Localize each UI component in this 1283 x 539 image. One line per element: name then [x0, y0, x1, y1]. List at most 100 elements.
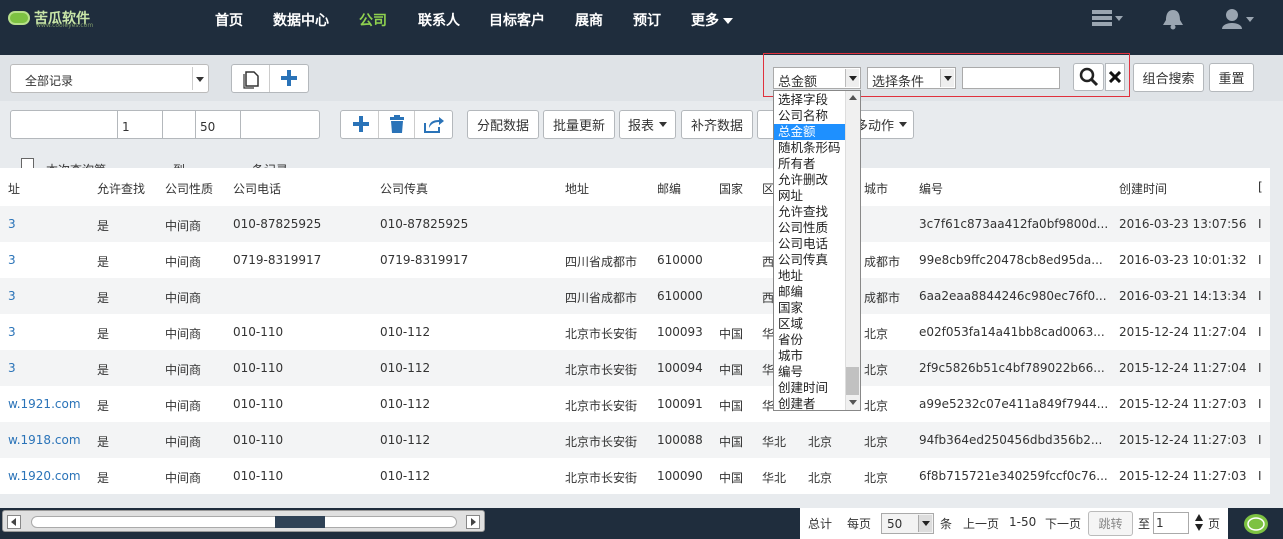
- table-cell: 010-112: [380, 397, 431, 411]
- dropdown-option[interactable]: 公司电话: [774, 236, 846, 252]
- table-row[interactable]: 3 是 中间商 010-87825925 010-87825925 3c7f61c873a…: [0, 206, 1270, 242]
- jump-button[interactable]: 跳转: [1088, 511, 1133, 536]
- table-row[interactable]: 3 是中间商 四川省成都市 610000 西成都市 6aa2eaa8844246c980e…: [0, 278, 1270, 314]
- dropdown-option[interactable]: 所有者: [774, 156, 846, 172]
- next-page-link[interactable]: 下一页: [1045, 515, 1081, 532]
- table-cell: 是: [97, 435, 110, 449]
- nav-company[interactable]: 公司: [359, 10, 387, 30]
- batch-update-button[interactable]: 批量更新: [543, 110, 615, 139]
- prev-page-link[interactable]: 上一页: [963, 515, 999, 532]
- page-number-input[interactable]: 1: [1153, 512, 1189, 534]
- col-header[interactable]: 允许查找: [97, 180, 145, 197]
- table-cell: 是: [97, 471, 110, 485]
- from-input[interactable]: 1: [117, 110, 163, 139]
- trash-icon[interactable]: [379, 111, 415, 138]
- dropdown-option[interactable]: 创建者: [774, 396, 846, 410]
- dropdown-option[interactable]: 公司传真: [774, 252, 846, 268]
- dropdown-option[interactable]: 地址: [774, 268, 846, 284]
- col-header[interactable]: 编号: [919, 180, 943, 197]
- record-filter-select[interactable]: 全部记录: [10, 64, 209, 93]
- nav-target-customers[interactable]: 目标客户: [489, 10, 545, 30]
- scroll-down-icon[interactable]: [849, 400, 857, 405]
- col-header[interactable]: 址: [8, 180, 20, 197]
- to-input[interactable]: 50: [195, 110, 241, 139]
- scroll-left-icon[interactable]: [7, 515, 21, 529]
- table-row[interactable]: w.1918.com 是 中间商 010-110 010-112 北京市长安街 100088…: [0, 422, 1270, 458]
- table-cell[interactable]: 3: [8, 325, 16, 339]
- table-cell[interactable]: w.1921.com: [8, 397, 81, 411]
- combo-search-button[interactable]: 组合搜索: [1133, 63, 1204, 92]
- nav-contacts[interactable]: 联系人: [418, 10, 460, 30]
- per-page-unit: 条: [940, 517, 953, 531]
- table-row[interactable]: 3 是中间商 010-110 010-112 北京市长安街 100094 中国华北京 2f9c…: [0, 350, 1270, 386]
- per-page-select[interactable]: 50: [881, 513, 934, 534]
- page-stepper-icon[interactable]: [1194, 513, 1204, 533]
- dropdown-scrollbar[interactable]: [845, 91, 860, 410]
- assign-data-button[interactable]: 分配数据: [467, 110, 539, 139]
- scroll-right-icon[interactable]: [466, 515, 480, 529]
- table-row[interactable]: w.1920.com 是 中间商 010-110 010-112 北京市长安街 100090…: [0, 458, 1270, 494]
- dropdown-option[interactable]: 网址: [774, 188, 846, 204]
- dropdown-option[interactable]: 邮编: [774, 284, 846, 300]
- table-row[interactable]: 3 是 中间商 0719-8319917 0719-8319917 四川省成都市 61000…: [0, 242, 1270, 278]
- table-cell[interactable]: 3: [8, 361, 16, 375]
- dropdown-option[interactable]: 随机条形码: [774, 140, 846, 156]
- table-cell: 2016-03-21 14:13:34: [1119, 289, 1247, 303]
- dropdown-option[interactable]: 编号: [774, 364, 846, 380]
- dropdown-option[interactable]: 公司性质: [774, 220, 846, 236]
- table-cell: 中国: [719, 363, 744, 377]
- dropdown-option[interactable]: 创建时间: [774, 380, 846, 396]
- table-cell[interactable]: w.1918.com: [8, 433, 81, 447]
- col-header[interactable]: 邮编: [657, 180, 681, 197]
- dropdown-option[interactable]: 选择字段: [774, 92, 846, 108]
- table-row[interactable]: w.1921.com 是 中间商 010-110 010-112 北京市长安街 100091…: [0, 386, 1270, 422]
- hscroll-thumb[interactable]: [275, 516, 325, 528]
- nav-data-center[interactable]: 数据中心: [273, 10, 329, 30]
- hscroll-track[interactable]: [31, 516, 457, 528]
- col-header[interactable]: 城市: [864, 180, 888, 197]
- dropdown-option[interactable]: 允许删改: [774, 172, 846, 188]
- add-icon[interactable]: [270, 65, 308, 92]
- table-cell[interactable]: 3: [8, 253, 16, 267]
- dropdown-option[interactable]: 总金额: [774, 124, 846, 140]
- dropdown-option[interactable]: 允许查找: [774, 204, 846, 220]
- menu-icon[interactable]: [1092, 8, 1126, 28]
- dropdown-option[interactable]: 城市: [774, 348, 846, 364]
- table-cell: I: [1258, 361, 1262, 375]
- dropdown-option[interactable]: 省份: [774, 332, 846, 348]
- col-header[interactable]: 国家: [719, 180, 743, 197]
- fill-data-button[interactable]: 补齐数据: [681, 110, 753, 139]
- horizontal-scrollbar[interactable]: [2, 510, 485, 532]
- copy-icon[interactable]: [232, 65, 270, 92]
- col-header[interactable]: 地址: [565, 180, 589, 197]
- reset-button[interactable]: 重置: [1209, 63, 1254, 92]
- table-cell[interactable]: 3: [8, 217, 16, 231]
- col-header[interactable]: 公司性质: [165, 180, 213, 197]
- logo[interactable]: 苦瓜软件 www.cooleyes.com: [8, 8, 93, 29]
- nav-exhibitors[interactable]: 展商: [575, 10, 603, 30]
- scroll-up-icon[interactable]: [849, 95, 857, 100]
- col-header[interactable]: 公司电话: [233, 180, 281, 197]
- report-dropdown[interactable]: 报表: [619, 110, 676, 139]
- nav-more[interactable]: 更多: [691, 10, 733, 30]
- nav-booking[interactable]: 预订: [633, 10, 661, 30]
- dropdown-option[interactable]: 区域: [774, 316, 846, 332]
- table-cell: 0719-8319917: [380, 253, 469, 267]
- table-cell[interactable]: w.1920.com: [8, 469, 81, 483]
- vertical-scrollbar[interactable]: [1270, 150, 1283, 508]
- nav-home[interactable]: 首页: [215, 10, 243, 30]
- add-icon[interactable]: [343, 111, 379, 138]
- col-header[interactable]: 创建时间: [1119, 180, 1167, 197]
- export-icon[interactable]: [415, 111, 451, 138]
- col-header[interactable]: [: [1258, 180, 1263, 194]
- bell-icon[interactable]: [1160, 8, 1186, 30]
- table-cell: 北京市长安街: [565, 399, 638, 413]
- table-row[interactable]: 3 是中间商 010-110 010-112 北京市长安街 100093 中国华北京 e02f…: [0, 314, 1270, 350]
- table-cell[interactable]: 3: [8, 289, 16, 303]
- dropdown-option[interactable]: 国家: [774, 300, 846, 316]
- col-header[interactable]: 公司传真: [380, 180, 428, 197]
- user-icon[interactable]: [1222, 8, 1258, 30]
- table-cell: I: [1258, 325, 1262, 339]
- dropdown-scroll-thumb[interactable]: [846, 367, 859, 395]
- dropdown-option[interactable]: 公司名称: [774, 108, 846, 124]
